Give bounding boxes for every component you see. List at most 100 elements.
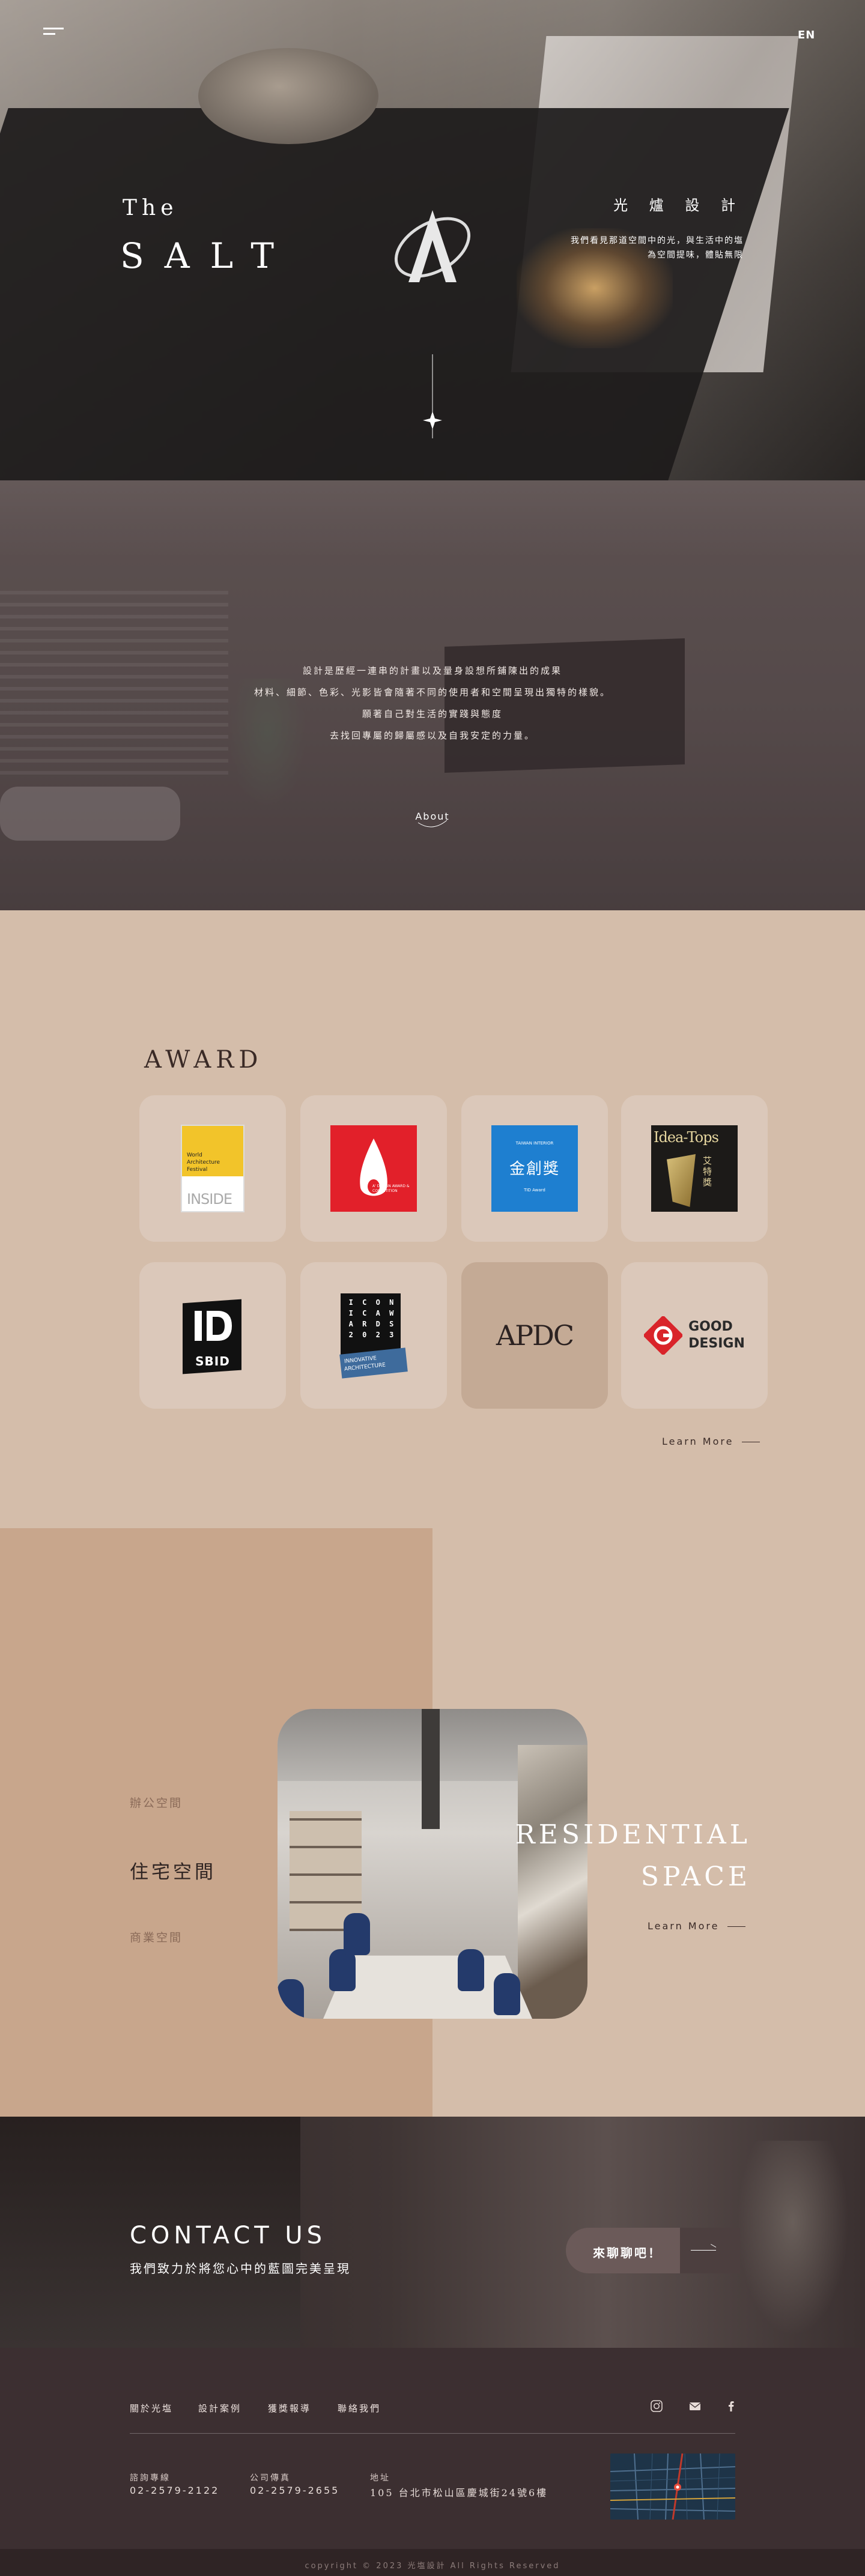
about-link[interactable]: About xyxy=(408,805,457,831)
good-design-line: GOOD xyxy=(688,1319,733,1334)
iconic-letter: 2 xyxy=(348,1331,353,1339)
contact-subtitle: 我們致力於將您心中的藍圖完美呈現 xyxy=(130,2261,351,2276)
inside-line: Festival xyxy=(187,1167,208,1173)
award-card-apdc[interactable]: APDC xyxy=(461,1262,608,1409)
map-graphic xyxy=(610,2454,735,2520)
menu-line xyxy=(43,33,55,35)
menu-line xyxy=(43,28,64,29)
residential-space-photo[interactable] xyxy=(278,1709,587,2019)
fax-value: 02-2579-2655 xyxy=(250,2485,340,2496)
sbid-logo: SBID xyxy=(183,1296,243,1374)
iconic-letter: I xyxy=(348,1309,353,1317)
a-design-mark-icon xyxy=(360,1138,387,1196)
iconic-letter: 3 xyxy=(389,1331,394,1339)
about-link-label: About xyxy=(415,811,450,822)
footer-nav-contact[interactable]: 聯絡我們 xyxy=(338,2402,381,2414)
arrow-dash-icon xyxy=(727,1926,746,1927)
footer-nav-about[interactable]: 關於光塩 xyxy=(130,2402,173,2414)
inside-line: World xyxy=(187,1152,202,1158)
about-text-line: 去找回專屬的歸屬感以及自我安定的力量。 xyxy=(329,730,535,741)
idea-tops-title: Idea-Tops xyxy=(654,1129,719,1146)
award-card-idea-tops[interactable]: Idea-Tops 艾特獎 xyxy=(621,1095,768,1242)
contact-button-cap xyxy=(680,2228,740,2273)
tid-award-logo: TAIWAN INTERIOR 金創獎 TID Award xyxy=(491,1125,578,1212)
iconic-letter-grid: ICON ICAW ARDS 2023 xyxy=(344,1298,398,1339)
learn-more-label: Learn More xyxy=(662,1436,734,1447)
award-card-sbid[interactable]: SBID xyxy=(139,1262,286,1409)
a-design-award-logo: A' DESIGN AWARD & COMPETITION xyxy=(330,1125,417,1212)
arrow-right-icon xyxy=(691,2250,716,2251)
footer-nav-awards[interactable]: 獲獎報導 xyxy=(268,2402,311,2414)
location-map[interactable] xyxy=(610,2454,735,2520)
photo-chair xyxy=(494,1973,520,2015)
inside-mark: INSIDE xyxy=(187,1191,232,1208)
brand-salt: SALT xyxy=(120,235,295,276)
iconic-letter: C xyxy=(362,1309,367,1317)
lamp-glow-image xyxy=(517,228,673,348)
apdc-logo: APDC xyxy=(496,1319,574,1352)
award-card-inside[interactable]: World Architecture Festival INSIDE xyxy=(139,1095,286,1242)
tid-line: TID Award xyxy=(524,1188,545,1193)
iconic-letter: S xyxy=(389,1320,394,1328)
iconic-letter: A xyxy=(348,1320,353,1328)
phone-value[interactable]: 02-2579-2122 xyxy=(130,2485,219,2496)
space-nav-residential[interactable]: 住宅空間 xyxy=(130,1857,216,1884)
side-table-image xyxy=(198,48,378,144)
contact-plant-image xyxy=(733,2141,853,2345)
iconic-letter: 2 xyxy=(375,1331,380,1339)
iconic-letter: O xyxy=(375,1298,380,1307)
good-design-mark-icon xyxy=(644,1316,683,1355)
phone-label: 諮詢專線 xyxy=(130,2473,171,2483)
award-card-iconic[interactable]: ICON ICAW ARDS 2023 INNOVATIVE ARCHITECT… xyxy=(300,1262,447,1409)
footer-nav-projects[interactable]: 設計案例 xyxy=(198,2402,241,2414)
idea-tops-sub: 艾特獎 xyxy=(703,1155,712,1188)
photo-stone-wall xyxy=(518,1745,587,2019)
award-card-a-design[interactable]: A' DESIGN AWARD & COMPETITION xyxy=(300,1095,447,1242)
award-title: AWARD xyxy=(144,1046,263,1074)
space-nav-office[interactable]: 辦公空間 xyxy=(130,1794,183,1810)
language-switch[interactable]: EN xyxy=(798,29,815,41)
mail-icon[interactable] xyxy=(688,2399,702,2413)
sbid-id-mark-icon xyxy=(195,1311,232,1341)
address-label: 地址 xyxy=(370,2473,390,2483)
brand-the: The xyxy=(123,196,178,220)
contact-button[interactable]: 來聊聊吧！ xyxy=(566,2228,740,2273)
copyright-text: copyright © 2023 光塩設計 All Rights Reserve… xyxy=(305,2562,560,2571)
iconic-letter: W xyxy=(389,1309,394,1317)
iconic-letter: A xyxy=(375,1309,380,1317)
footer xyxy=(0,2348,865,2576)
learn-more-label: Learn More xyxy=(648,1920,720,1932)
iconic-letter: I xyxy=(348,1298,353,1307)
award-card-tid[interactable]: TAIWAN INTERIOR 金創獎 TID Award xyxy=(461,1095,608,1242)
instagram-icon[interactable] xyxy=(650,2399,663,2413)
space-learn-more-link[interactable]: Learn More xyxy=(648,1920,746,1932)
iconic-awards-logo: ICON ICAW ARDS 2023 INNOVATIVE ARCHITECT… xyxy=(339,1293,408,1379)
award-card-good-design[interactable]: GOOD DESIGN xyxy=(621,1262,768,1409)
inside-award-logo: World Architecture Festival INSIDE xyxy=(181,1125,244,1212)
about-text-line: 設計是歷經一連串的計畫以及量身設想所鋪陳出的成果 xyxy=(302,665,562,676)
good-design-line: DESIGN xyxy=(688,1336,745,1351)
award-learn-more-link[interactable]: Learn More xyxy=(662,1436,760,1447)
sparkle-icon xyxy=(423,354,442,438)
space-title-en-1: RESIDENTIAL xyxy=(515,1819,751,1850)
iconic-letter: N xyxy=(389,1298,394,1307)
contact-title: CONTACT US xyxy=(130,2222,327,2249)
photo-beam xyxy=(422,1709,440,1829)
hero-tagline-2: 為空間提味，體貼無限 xyxy=(648,250,744,260)
menu-icon[interactable] xyxy=(43,28,64,40)
tid-title: 金創獎 xyxy=(509,1160,560,1178)
inside-line: Architecture xyxy=(187,1160,220,1166)
iconic-letter: 0 xyxy=(362,1331,367,1339)
sbid-label: SBID xyxy=(195,1354,230,1368)
about-text-line: 材料、細節、色彩、光影皆會隨著不同的使用者和空間呈現出獨特的樣貌。 xyxy=(253,687,611,698)
footer-divider xyxy=(130,2433,735,2434)
photo-chair xyxy=(344,1913,370,1955)
photo-chair xyxy=(278,1979,304,2019)
address-value: 105 台北市松山區慶城街24號6樓 xyxy=(370,2487,548,2499)
idea-tops-logo: Idea-Tops 艾特獎 xyxy=(651,1125,738,1212)
tid-line: TAIWAN INTERIOR xyxy=(515,1141,554,1146)
space-nav-commercial[interactable]: 商業空間 xyxy=(130,1929,183,1945)
a-design-caption: A' DESIGN AWARD & COMPETITION xyxy=(372,1184,410,1193)
fax-label: 公司傳真 xyxy=(250,2473,291,2483)
facebook-icon[interactable] xyxy=(724,2399,738,2413)
